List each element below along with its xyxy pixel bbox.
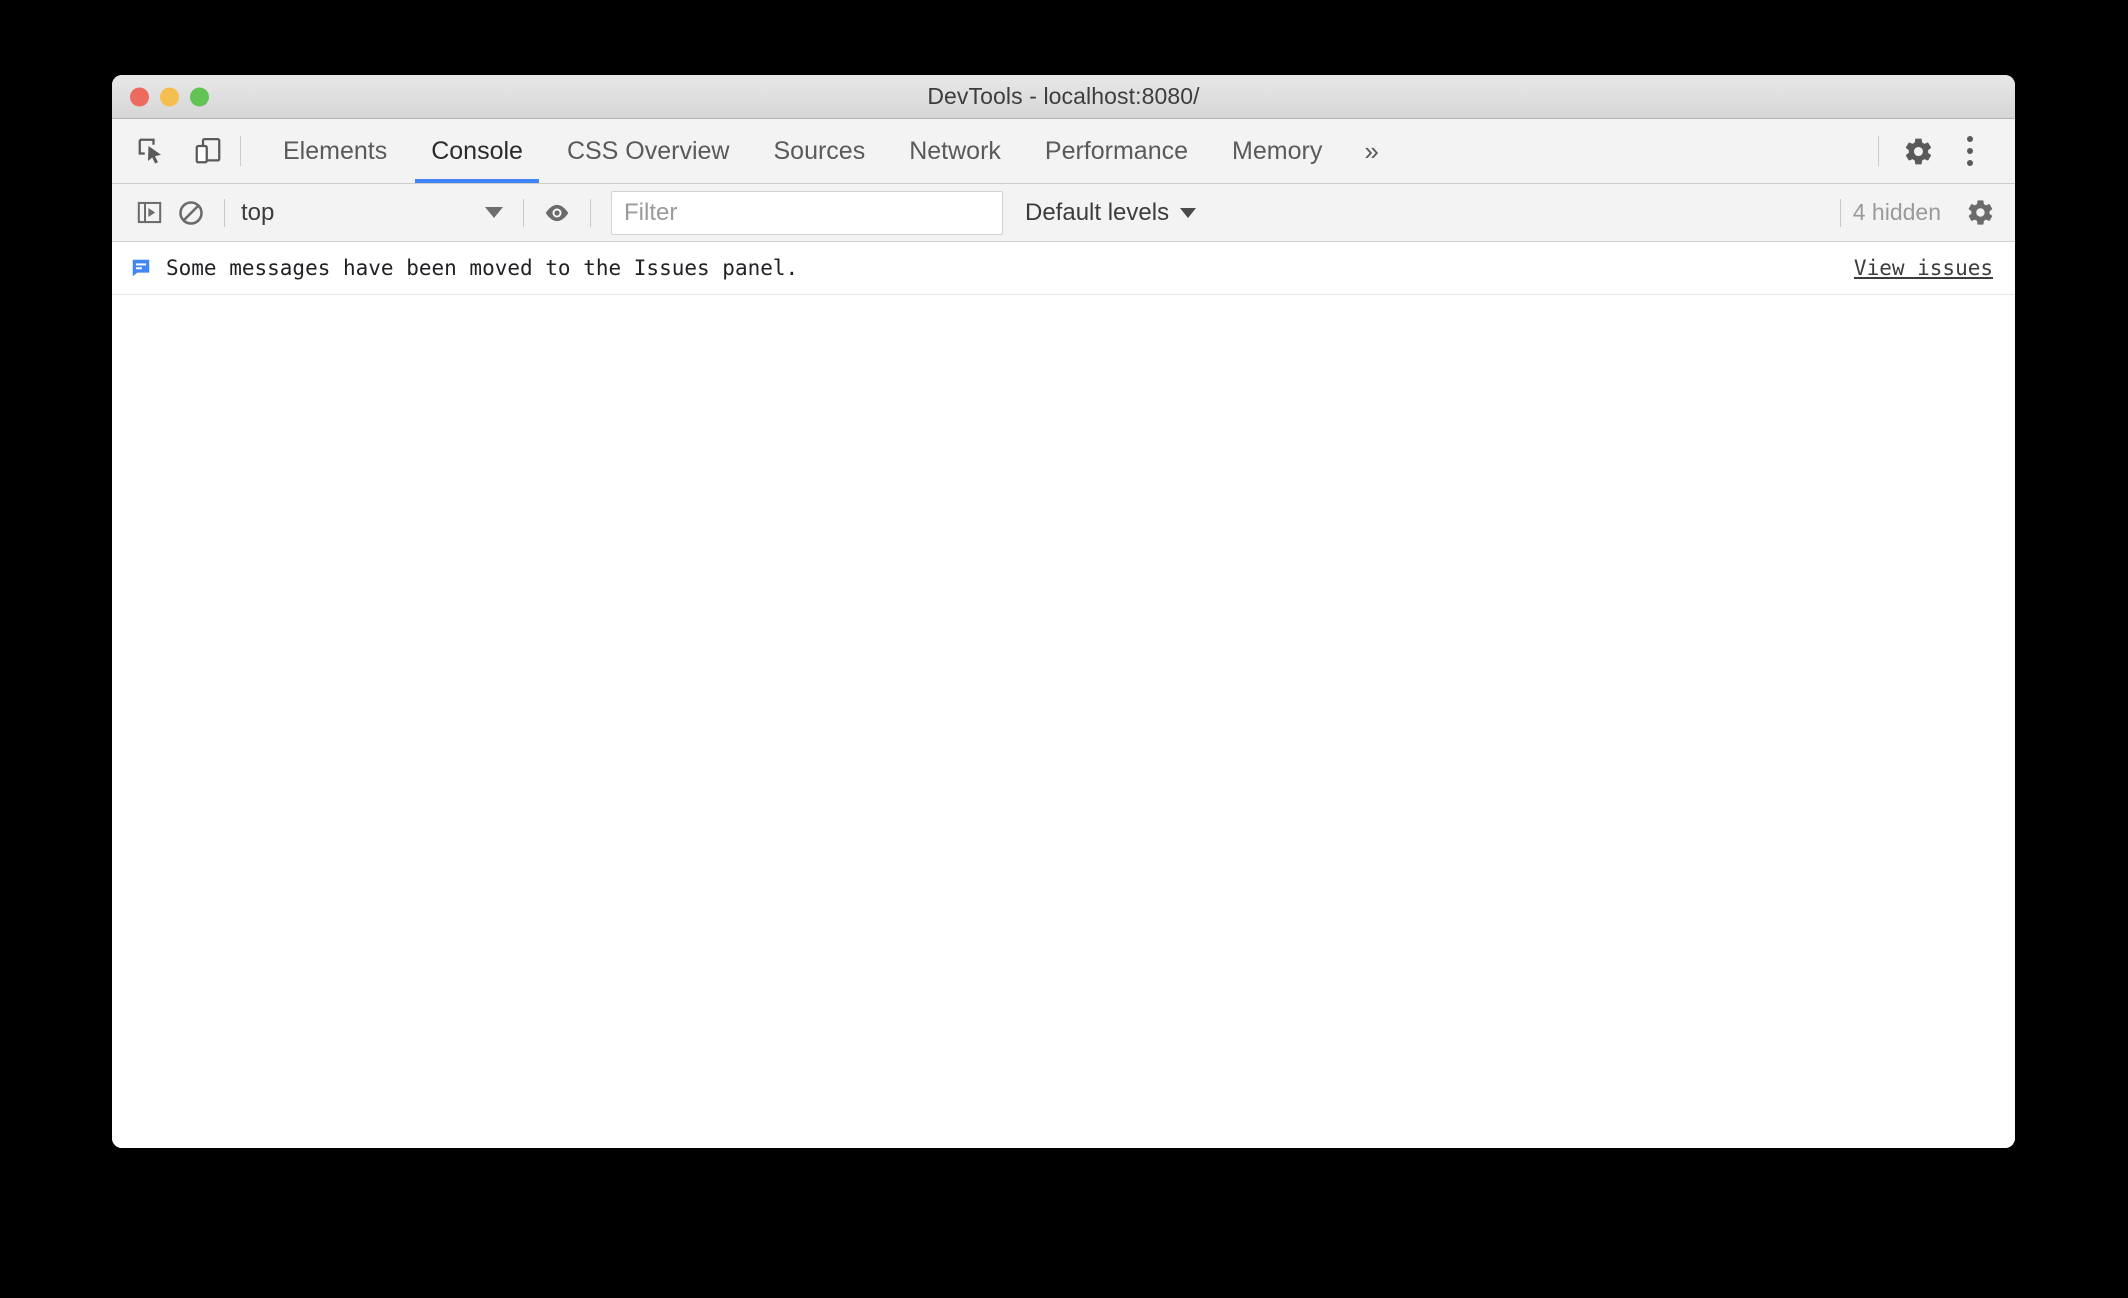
chevron-down-icon: [1180, 207, 1197, 218]
issue-message-icon-glyph: [132, 259, 150, 277]
console-toolbar-divider-2: [523, 198, 524, 227]
tab-elements[interactable]: Elements: [261, 119, 409, 183]
console-toolbar-divider-4: [1839, 198, 1841, 227]
console-toolbar-right: 4 hidden: [1828, 192, 2001, 234]
chevron-down-icon: [485, 207, 503, 218]
more-tabs-icon: »: [1364, 135, 1379, 166]
console-message-row[interactable]: Some messages have been moved to the Iss…: [112, 242, 2015, 295]
console-toolbar: top Filter Default levels 4 hidden: [112, 184, 2015, 242]
console-filter-input[interactable]: Filter: [611, 190, 1003, 235]
tab-sources-label: Sources: [773, 136, 866, 165]
minimize-window-button[interactable]: [160, 87, 179, 106]
tab-network-label: Network: [909, 136, 1001, 165]
kebab-menu-icon: [1967, 136, 1973, 166]
tab-elements-label: Elements: [283, 136, 388, 165]
console-message-list: Some messages have been moved to the Iss…: [112, 242, 2015, 1148]
inspect-element-icon: [138, 138, 161, 164]
issue-message-icon: [130, 257, 152, 279]
tab-console-label: Console: [431, 136, 523, 165]
devtools-window: DevTools - localhost:8080/ Elements Cons…: [112, 75, 2015, 1148]
tab-performance[interactable]: Performance: [1023, 119, 1210, 183]
window-titlebar: DevTools - localhost:8080/: [112, 75, 2015, 119]
customize-devtools-button[interactable]: [1947, 128, 1993, 174]
tabbar-divider: [240, 136, 241, 166]
devtools-tabbar: Elements Console CSS Overview Sources Ne…: [112, 119, 2015, 184]
tabbar-right-divider: [1878, 136, 1879, 166]
console-toolbar-divider-3: [590, 198, 591, 227]
tab-memory-label: Memory: [1232, 136, 1323, 165]
zoom-window-button[interactable]: [190, 87, 209, 106]
create-live-expression-button[interactable]: [536, 192, 578, 234]
device-toolbar-icon: [195, 138, 220, 164]
tab-sources[interactable]: Sources: [752, 119, 888, 183]
clear-console-icon: [179, 200, 203, 225]
gear-icon: [1968, 200, 1992, 225]
log-levels-label: Default levels: [1025, 198, 1170, 226]
tab-memory[interactable]: Memory: [1210, 119, 1344, 183]
hidden-messages-count: 4 hidden: [1852, 199, 1941, 225]
console-settings-button[interactable]: [1959, 192, 2001, 234]
console-message-text: Some messages have been moved to the Iss…: [166, 256, 799, 280]
more-tabs-button[interactable]: »: [1344, 119, 1398, 183]
console-toolbar-divider-1: [224, 198, 225, 227]
eye-icon: [545, 204, 569, 221]
tabbar-left-icons: [112, 119, 230, 183]
tab-network[interactable]: Network: [887, 119, 1023, 183]
tab-css-overview-label: CSS Overview: [566, 136, 730, 165]
tabbar-right-icons: [1868, 119, 2015, 183]
view-issues-link[interactable]: View issues: [1854, 256, 1993, 280]
traffic-lights: [130, 87, 209, 106]
tab-console[interactable]: Console: [409, 119, 545, 183]
execution-context-value: top: [241, 198, 275, 226]
console-sidebar-icon: [137, 201, 161, 224]
console-sidebar-toggle-button[interactable]: [128, 192, 170, 234]
panel-tabs: Elements Console CSS Overview Sources Ne…: [261, 119, 1399, 183]
inspect-element-button[interactable]: [128, 129, 173, 174]
toggle-device-toolbar-button[interactable]: [185, 129, 230, 174]
clear-console-button[interactable]: [170, 192, 212, 234]
console-filter-placeholder: Filter: [624, 198, 678, 226]
execution-context-selector[interactable]: top: [237, 199, 511, 227]
window-title: DevTools - localhost:8080/: [927, 83, 1200, 109]
settings-button[interactable]: [1895, 128, 1941, 174]
close-window-button[interactable]: [130, 87, 149, 106]
log-levels-selector[interactable]: Default levels: [1025, 198, 1197, 227]
tab-performance-label: Performance: [1044, 136, 1189, 165]
gear-icon: [1905, 138, 1931, 164]
tab-css-overview[interactable]: CSS Overview: [545, 119, 752, 183]
